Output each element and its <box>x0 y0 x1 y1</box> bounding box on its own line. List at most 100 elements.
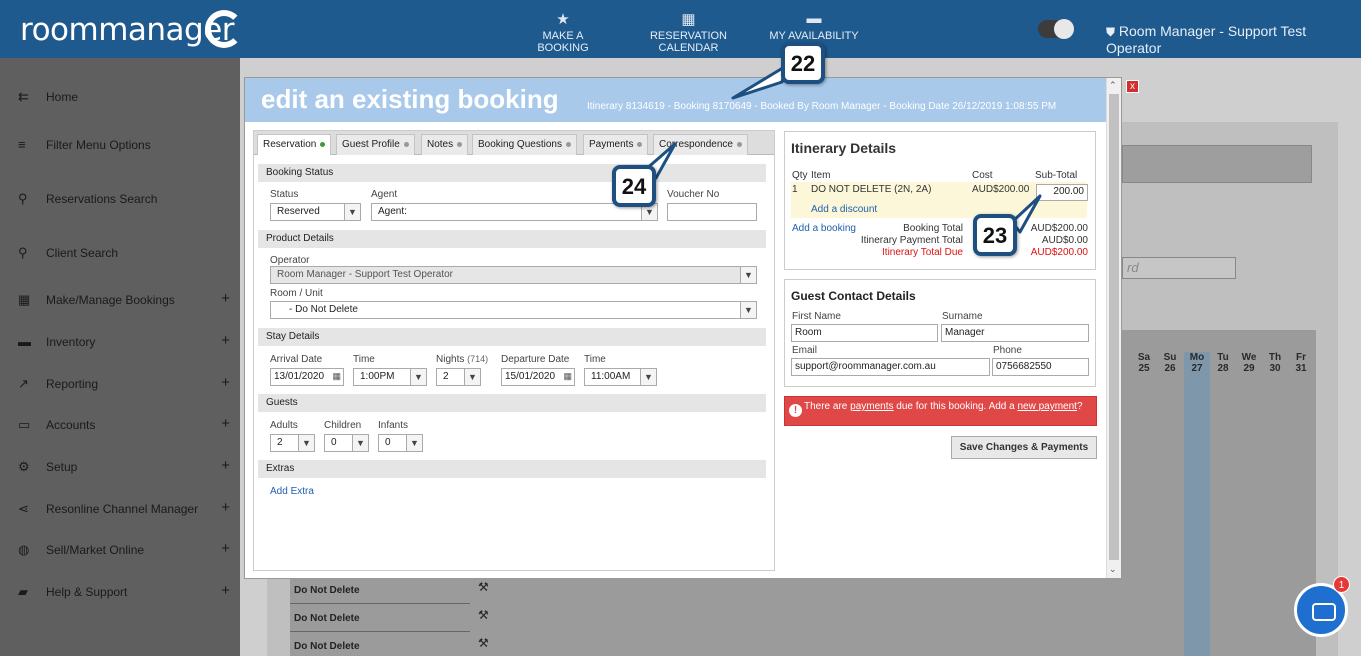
sidebar-item-sell-market[interactable]: ◍ Sell/Market Online + <box>18 540 230 558</box>
phone-label: Phone <box>993 345 1022 356</box>
email-label: Email <box>792 345 818 356</box>
agent-label: Agent <box>371 189 398 200</box>
voucher-input[interactable] <box>667 203 757 221</box>
day-header: Fr 31 <box>1295 352 1307 374</box>
save-changes-button[interactable]: Save Changes & Payments <box>951 436 1097 459</box>
globe-icon: ◍ <box>18 542 30 557</box>
sidebar-item-resonline[interactable]: ⋖ Resonline Channel Manager + <box>18 499 230 517</box>
add-discount-link[interactable]: Add a discount <box>811 204 877 215</box>
reservation-form: Reservation Guest Profile Notes Booking … <box>253 130 775 571</box>
tab-booking-questions[interactable]: Booking Questions <box>472 134 577 155</box>
subtotal-input[interactable]: 200.00 <box>1036 184 1088 201</box>
calendar-icon: ▦ <box>681 11 696 28</box>
departure-label: Departure Date <box>501 354 570 365</box>
callout-24: 24 <box>612 165 656 207</box>
section-extras: Extras <box>258 460 766 478</box>
first-name-input[interactable]: Room <box>791 324 938 342</box>
departure-date-input[interactable]: 15/01/2020 ▦ <box>501 368 575 386</box>
operator-label: Operator <box>270 255 310 266</box>
sidebar-item-client-search[interactable]: ⚲ Client Search <box>18 245 230 261</box>
col-item: Item <box>811 170 831 181</box>
nights-select[interactable]: 2 ▼ <box>436 368 481 386</box>
sidebar-item-setup[interactable]: ⚙ Setup + <box>18 457 230 475</box>
tab-reservation[interactable]: Reservation <box>257 134 332 155</box>
payment-total-label: Itinerary Payment Total <box>860 235 963 246</box>
chart-line-icon: ↗ <box>18 376 29 391</box>
adults-select[interactable]: 2 ▼ <box>270 434 315 452</box>
search-icon: ⚲ <box>18 191 28 206</box>
scroll-thumb[interactable] <box>1109 94 1119 560</box>
chevron-down-icon: ▼ <box>406 435 422 451</box>
callout-22: 22 <box>781 42 825 84</box>
wrench-icon: ⚒ <box>478 608 489 622</box>
tab-notes[interactable]: Notes <box>421 134 469 155</box>
nav-my-availability[interactable]: ▬ MY AVAILABILITY <box>768 10 860 42</box>
tab-correspondence[interactable]: Correspondence <box>653 134 748 155</box>
scroll-down-icon[interactable]: ⌄ <box>1109 564 1117 575</box>
payment-due-alert: ! There are payments due for this bookin… <box>784 396 1097 426</box>
chevron-down-icon: ▼ <box>352 435 368 451</box>
status-select[interactable]: Reserved ▼ <box>270 203 361 221</box>
new-payment-link[interactable]: new payment <box>1017 401 1076 412</box>
background-input: rd <box>1122 257 1236 279</box>
day-header: Th 30 <box>1268 352 1282 374</box>
calendar-icon: ▦ <box>332 371 341 381</box>
theme-toggle[interactable] <box>1038 19 1074 39</box>
sidebar-item-reporting[interactable]: ↗ Reporting + <box>18 374 230 392</box>
sidebar-item-make-manage-bookings[interactable]: ▦ Make/Manage Bookings + <box>18 290 230 308</box>
modal-title: edit an existing booking <box>261 84 559 114</box>
operator-name[interactable]: ⛊ Room Manager - Support Test Operator <box>1106 23 1361 56</box>
guest-contact-panel: Guest Contact Details First Name Room Su… <box>784 279 1096 387</box>
guest-contact-title: Guest Contact Details <box>791 289 916 303</box>
sidebar-item-help[interactable]: ▰ Help & Support + <box>18 582 230 600</box>
scroll-up-icon[interactable]: ⌃ <box>1109 80 1117 91</box>
payments-link[interactable]: payments <box>850 401 893 412</box>
status-dot-icon <box>457 141 463 147</box>
close-icon[interactable]: x <box>1126 80 1139 93</box>
add-booking-link[interactable]: Add a booking <box>792 223 856 234</box>
arrival-time-select[interactable]: 1:00PM ▼ <box>353 368 427 386</box>
line-item: DO NOT DELETE (2N, 2A) <box>811 184 932 195</box>
departure-time-select[interactable]: 11:00AM ▼ <box>584 368 657 386</box>
sidebar-item-reservations-search[interactable]: ⚲ Reservations Search <box>18 191 230 207</box>
col-subtotal: Sub-Total <box>1035 170 1078 181</box>
day-header: Sa 25 <box>1137 352 1151 374</box>
sidebar-item-filter[interactable]: ≡ Filter Menu Options <box>18 137 230 152</box>
sidebar-item-home[interactable]: ⇇ Home <box>18 89 230 105</box>
payment-total-value: AUD$0.00 <box>1041 235 1088 246</box>
email-input[interactable]: support@roommanager.com.au <box>791 358 990 376</box>
tab-guest-profile[interactable]: Guest Profile <box>336 134 415 155</box>
chevron-down-icon: ▼ <box>640 369 656 385</box>
tab-payments[interactable]: Payments <box>583 134 649 155</box>
section-stay-details: Stay Details <box>258 328 766 346</box>
sidebar: ⇇ Home ≡ Filter Menu Options ⚲ Reservations… <box>0 58 240 656</box>
add-extra-link[interactable]: Add Extra <box>270 486 314 497</box>
top-bar: roommanager ★ MAKE A BOOKING ▦ RESERVATI… <box>0 0 1361 58</box>
bed-icon: ▬ <box>806 10 822 27</box>
modal-scrollbar[interactable]: ⌃ ⌄ <box>1106 78 1121 578</box>
chevron-down-icon: ▼ <box>464 369 480 385</box>
calendar-icon: ▦ <box>563 371 572 381</box>
background-header-bar <box>1122 145 1312 183</box>
arrival-date-input[interactable]: 13/01/2020 ▦ <box>270 368 344 386</box>
today-column <box>1184 352 1210 656</box>
children-label: Children <box>324 420 362 431</box>
line-cost: AUD$200.00 <box>972 184 1030 195</box>
bed-icon: ▬ <box>18 334 31 349</box>
phone-input[interactable]: 0756682550 <box>992 358 1089 376</box>
table-row: Do Not Delete <box>290 634 470 656</box>
itinerary-details-panel: Itinerary Details Qty Item Cost Sub-Tota… <box>784 131 1096 270</box>
infants-select[interactable]: 0 ▼ <box>378 434 423 452</box>
room-label: Room / Unit <box>270 288 323 299</box>
day-header: Mo 27 <box>1189 352 1205 374</box>
surname-input[interactable]: Manager <box>941 324 1089 342</box>
sidebar-item-accounts[interactable]: ▭ Accounts + <box>18 415 230 433</box>
sidebar-item-inventory[interactable]: ▬ Inventory + <box>18 332 230 349</box>
modal-subtitle: Itinerary 8134619 - Booking 8170649 - Bo… <box>587 101 1057 112</box>
room-select[interactable]: - Do Not Delete ▼ <box>270 301 757 319</box>
children-select[interactable]: 0 ▼ <box>324 434 369 452</box>
first-name-label: First Name <box>792 311 841 322</box>
nav-make-booking[interactable]: ★ MAKE A BOOKING <box>517 10 609 54</box>
nav-reservation-calendar[interactable]: ▦ RESERVATION CALENDAR <box>623 10 754 54</box>
status-dot-icon <box>403 141 409 147</box>
